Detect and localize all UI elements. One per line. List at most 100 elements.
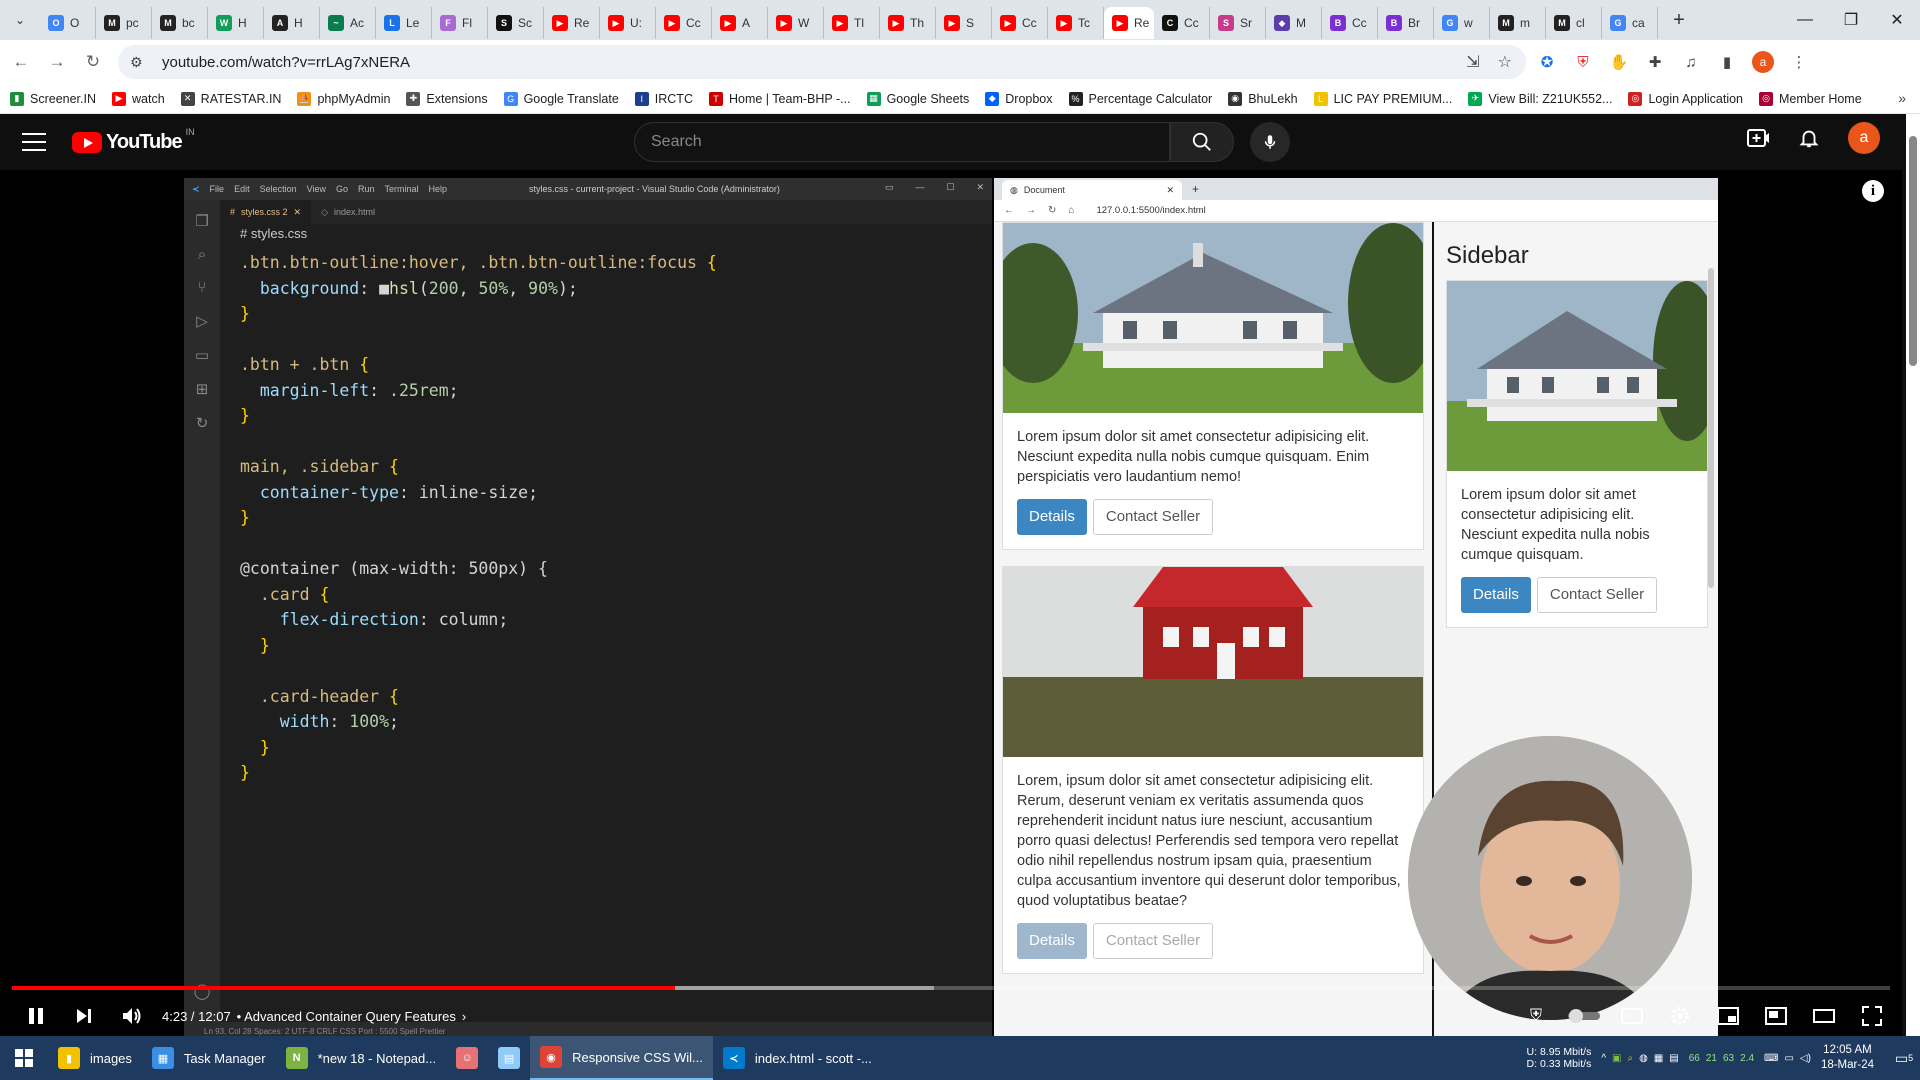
search-tray-icon[interactable]: ⌕ <box>1627 1053 1633 1064</box>
notifications-icon[interactable] <box>1798 127 1820 149</box>
bookmark-item[interactable]: ◎ Member Home <box>1759 91 1862 106</box>
start-button[interactable] <box>0 1036 48 1080</box>
taskbar-app[interactable]: ≺ index.html - scott -... <box>713 1036 882 1080</box>
bookmark-item[interactable]: L LIC PAY PREMIUM... <box>1313 91 1452 106</box>
reload-button[interactable]: ↻ <box>78 47 108 77</box>
search-button[interactable] <box>1170 122 1234 162</box>
chapter-title[interactable]: • Advanced Container Query Features › <box>237 1009 467 1024</box>
browser-tab[interactable]: B Br <box>1378 7 1434 39</box>
address-bar[interactable]: ⚙ youtube.com/watch?v=rrLAg7xNERA ⇲ ☆ <box>118 45 1526 79</box>
account-avatar[interactable]: a <box>1848 122 1880 154</box>
create-icon[interactable] <box>1746 127 1770 149</box>
taskbar-app[interactable]: ☺ <box>446 1036 488 1080</box>
scrollbar-thumb[interactable] <box>1909 136 1917 366</box>
browser-tab[interactable]: ~ Ac <box>320 7 376 39</box>
speaker-icon[interactable]: ◁) <box>1800 1053 1811 1064</box>
bookmark-item[interactable]: % Percentage Calculator <box>1068 91 1212 106</box>
side-panel-icon[interactable]: ▮ <box>1716 51 1738 73</box>
search-input[interactable] <box>651 133 1169 151</box>
taskbar-app[interactable]: ◉ Responsive CSS Wil... <box>530 1036 713 1080</box>
bookmark-item[interactable]: G Google Translate <box>503 91 619 106</box>
browser-tab[interactable]: B Cc <box>1322 7 1378 39</box>
address-url[interactable]: youtube.com/watch?v=rrLAg7xNERA <box>162 54 410 71</box>
browser-tab[interactable]: S Sc <box>488 7 544 39</box>
install-app-icon[interactable]: ⇲ <box>1466 52 1479 72</box>
bookmark-item[interactable]: ◆ Dropbox <box>985 91 1053 106</box>
extension-icon[interactable]: ✪ <box>1536 51 1558 73</box>
bookmark-item[interactable]: ▮ Screener.IN <box>10 91 96 106</box>
keyboard-icon[interactable]: ⌨ <box>1764 1053 1778 1064</box>
browser-tab[interactable]: ▶ A <box>712 7 768 39</box>
browser-tab[interactable]: Mcl <box>1546 7 1602 39</box>
browser-tab[interactable]: F Fl <box>432 7 488 39</box>
sponsor-block-icon[interactable]: ⛨ <box>1512 996 1560 1036</box>
browser-tab[interactable]: Gw <box>1434 7 1490 39</box>
browser-tab[interactable]: AH <box>264 7 320 39</box>
browser-tab[interactable]: ▶ Cc <box>656 7 712 39</box>
bookmark-item[interactable]: ✕ RATESTAR.IN <box>180 91 281 106</box>
browser-tab[interactable]: S Sr <box>1210 7 1266 39</box>
browser-tab[interactable]: ▶ Re <box>544 7 600 39</box>
minimize-button[interactable]: — <box>1782 0 1828 40</box>
browser-tab[interactable]: ▶ Tl <box>824 7 880 39</box>
media-control-icon[interactable]: ♫ <box>1680 51 1702 73</box>
shield-icon[interactable]: ⛨ <box>1572 51 1594 73</box>
tab-search-button[interactable]: ⌄ <box>0 0 40 40</box>
menu-icon[interactable] <box>22 133 46 151</box>
pause-button[interactable] <box>12 996 60 1036</box>
puzzle-icon[interactable]: ✚ <box>1644 51 1666 73</box>
theater-mode-button[interactable] <box>1800 996 1848 1036</box>
taskbar-app[interactable]: ▦ Task Manager <box>142 1036 276 1080</box>
network-icon[interactable]: ▭ <box>1784 1053 1793 1064</box>
browser-tab[interactable]: Mpc <box>96 7 152 39</box>
restore-button[interactable]: ❐ <box>1828 0 1874 40</box>
volume-button[interactable] <box>108 996 156 1036</box>
notification-center-button[interactable]: ▭ 5 <box>1888 1036 1920 1080</box>
tray-app-icon[interactable]: ▤ <box>1669 1053 1678 1064</box>
taskbar-app[interactable]: ▤ <box>488 1036 530 1080</box>
bookmark-item[interactable]: ◎ Login Application <box>1628 91 1743 106</box>
info-icon[interactable]: i <box>1862 180 1884 202</box>
close-window-button[interactable]: ✕ <box>1874 0 1920 40</box>
youtube-logo[interactable]: YouTube IN <box>72 127 195 154</box>
site-info-icon[interactable]: ⚙ <box>130 54 150 71</box>
bookmark-item[interactable]: I IRCTC <box>634 91 693 106</box>
browser-tab[interactable]: ▶ U: <box>600 7 656 39</box>
more-bookmarks-icon[interactable]: » <box>1898 90 1906 106</box>
back-button[interactable]: ← <box>6 47 36 77</box>
subtitles-button[interactable]: CC <box>1608 996 1656 1036</box>
bookmark-item[interactable]: T Home | Team-BHP -... <box>708 91 851 106</box>
page-scrollbar[interactable] <box>1906 114 1920 1036</box>
voice-search-button[interactable] <box>1250 122 1290 162</box>
miniplayer-button[interactable] <box>1704 996 1752 1036</box>
extension-icon[interactable]: ✋ <box>1608 51 1630 73</box>
picture-in-picture-button[interactable] <box>1752 996 1800 1036</box>
browser-tab[interactable]: OO <box>40 7 96 39</box>
browser-tab[interactable]: ▶Re✕ <box>1104 7 1154 39</box>
bookmark-star-icon[interactable]: ☆ <box>1498 52 1512 72</box>
kebab-menu-icon[interactable]: ⋮ <box>1788 51 1810 73</box>
autoplay-toggle[interactable] <box>1560 996 1608 1036</box>
browser-tab[interactable]: ▶ Th <box>880 7 936 39</box>
bookmark-item[interactable]: ✚ Extensions <box>406 91 488 106</box>
browser-tab[interactable]: Mbc <box>152 7 208 39</box>
browser-tab[interactable]: ▶ W <box>768 7 824 39</box>
globe-icon[interactable]: ◍ <box>1639 1053 1648 1064</box>
bookmark-item[interactable]: ▦ Google Sheets <box>866 91 969 106</box>
browser-tab[interactable]: Gca <box>1602 7 1658 39</box>
profile-avatar[interactable]: a <box>1752 51 1774 73</box>
bookmark-item[interactable]: ✈ View Bill: Z21UK552... <box>1468 91 1612 106</box>
bookmark-item[interactable]: ⛵ phpMyAdmin <box>297 91 390 106</box>
settings-button[interactable] <box>1656 996 1704 1036</box>
new-tab-button[interactable]: + <box>1664 5 1694 35</box>
taskbar-app[interactable]: ▮ images <box>48 1036 142 1080</box>
browser-tab[interactable]: WH <box>208 7 264 39</box>
browser-tab[interactable]: ▶ Cc <box>992 7 1048 39</box>
browser-tab[interactable]: L Le <box>376 7 432 39</box>
browser-tab[interactable]: ◆ M <box>1266 7 1322 39</box>
next-button[interactable] <box>60 996 108 1036</box>
forward-button[interactable]: → <box>42 47 72 77</box>
clock[interactable]: 12:05 AM 18-Mar-24 <box>1821 1043 1874 1073</box>
fullscreen-button[interactable] <box>1848 996 1896 1036</box>
progress-bar[interactable] <box>12 986 1890 990</box>
